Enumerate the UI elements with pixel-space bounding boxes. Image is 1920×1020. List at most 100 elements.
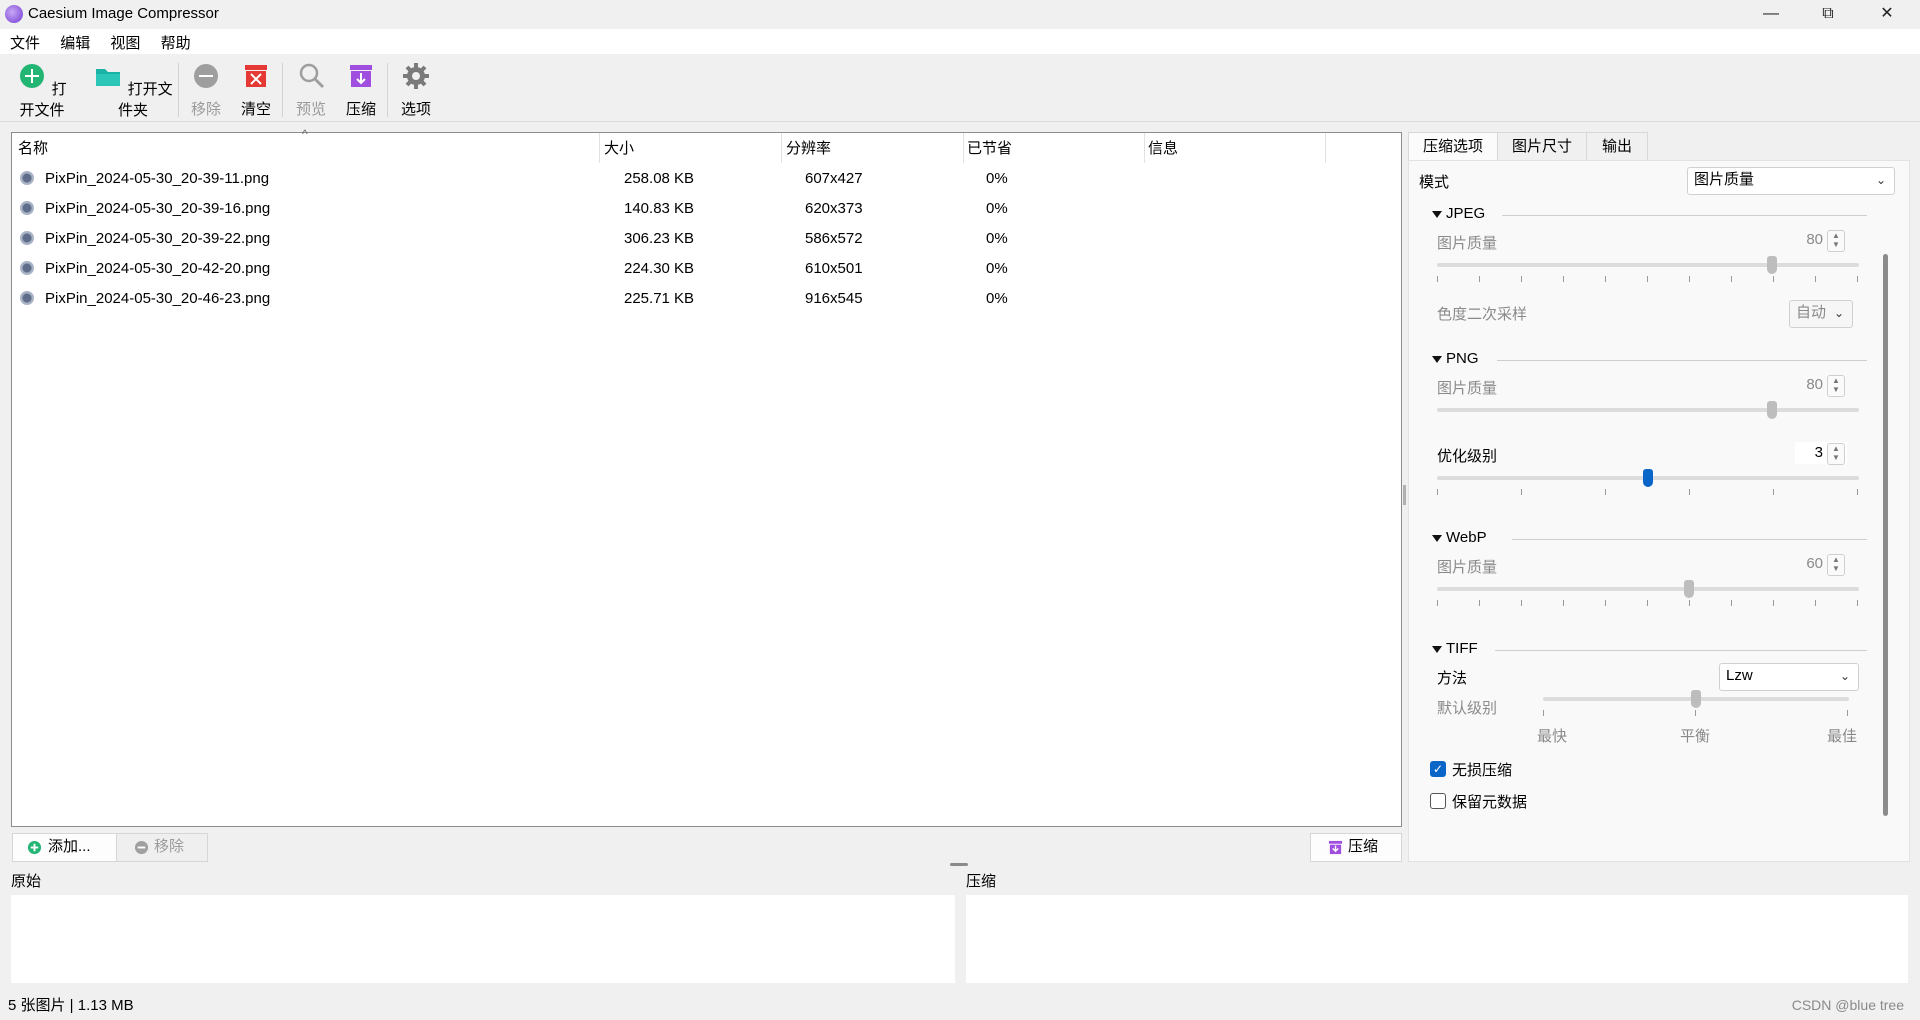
minimize-button[interactable]: —	[1748, 0, 1794, 29]
column-header-name[interactable]: 名称	[18, 137, 48, 158]
slider-track	[1437, 263, 1859, 267]
original-preview	[11, 895, 955, 983]
file-resolution: 916x545	[805, 290, 863, 307]
file-saved: 0%	[986, 230, 1008, 247]
tiff-level-slider[interactable]	[1543, 690, 1849, 720]
maximize-button[interactable]: ⧉	[1805, 0, 1851, 29]
remove-button[interactable]: 移除	[186, 61, 226, 119]
jpeg-quality-spinbox[interactable]: 80 ▲ ▼	[1795, 229, 1847, 252]
spin-arrows-icon[interactable]: ▲ ▼	[1827, 230, 1845, 252]
spin-arrows-icon[interactable]: ▲ ▼	[1827, 375, 1845, 397]
jpeg-quality-slider[interactable]	[1437, 256, 1859, 286]
column-header-size[interactable]: 大小	[604, 137, 634, 158]
table-row[interactable]: PixPin_2024-05-30_20-42-20.png 224.30 KB…	[12, 253, 1401, 283]
slider-tick	[1857, 600, 1858, 606]
app-icon	[5, 5, 23, 23]
compress-button[interactable]: 压缩	[1310, 833, 1402, 862]
collapse-triangle-icon	[1432, 355, 1442, 363]
remove-bottom-button[interactable]: 移除	[116, 833, 208, 862]
compress-toolbar-button[interactable]: 压缩	[341, 61, 381, 119]
toolbar-separator	[387, 63, 388, 117]
column-header-info[interactable]: 信息	[1148, 137, 1178, 158]
slider-tick	[1647, 600, 1648, 606]
search-icon	[299, 63, 325, 89]
splitter-handle[interactable]	[950, 863, 968, 866]
menu-file[interactable]: 文件	[10, 29, 40, 53]
file-name: PixPin_2024-05-30_20-39-22.png	[45, 230, 271, 247]
slider-tick	[1437, 489, 1438, 495]
slider-tick	[1815, 276, 1816, 282]
menu-edit[interactable]: 编辑	[60, 29, 90, 53]
slider-thumb[interactable]	[1684, 580, 1695, 598]
slider-thumb[interactable]	[1766, 256, 1777, 274]
file-status-icon	[20, 171, 34, 185]
tiff-method-select[interactable]: Lzw ⌄	[1719, 663, 1859, 691]
collapse-triangle-icon	[1432, 210, 1442, 218]
webp-quality-spinbox[interactable]: 60 ▲ ▼	[1795, 553, 1847, 576]
tiff-level-max: 最佳	[1827, 728, 1858, 745]
file-saved: 0%	[986, 170, 1008, 187]
file-size: 225.71 KB	[624, 290, 695, 307]
watermark: CSDN @blue tree	[1791, 997, 1904, 1013]
optimization-level-slider[interactable]	[1437, 469, 1859, 499]
optimization-level-spinbox[interactable]: 3 ▲ ▼	[1795, 442, 1847, 465]
file-name: PixPin_2024-05-30_20-46-23.png	[45, 290, 271, 307]
tab-resize[interactable]: 图片尺寸	[1497, 132, 1587, 161]
column-header-saved[interactable]: 已节省	[967, 137, 1012, 158]
options-scrollbar[interactable]	[1883, 254, 1888, 816]
subsampling-label: 色度二次采样	[1437, 306, 1528, 323]
collapse-triangle-icon	[1432, 534, 1442, 542]
file-table[interactable]: ^ 名称 大小 分辨率 已节省 信息 PixPin_2024-05-30_20-…	[11, 127, 1402, 827]
section-divider	[1512, 539, 1867, 540]
slider-tick	[1605, 276, 1606, 282]
clear-button[interactable]: 清空	[236, 61, 276, 119]
png-quality-slider[interactable]	[1437, 401, 1859, 421]
keep-metadata-checkbox[interactable]	[1430, 793, 1446, 809]
chevron-down-icon: ⌄	[1839, 669, 1850, 683]
png-section-header[interactable]: PNG	[1432, 350, 1882, 367]
subsampling-select[interactable]: 自动 ⌄	[1789, 300, 1853, 328]
title-bar: Caesium Image Compressor — ⧉ ✕	[0, 0, 1920, 29]
tiff-section-header[interactable]: TIFF	[1432, 640, 1882, 657]
file-name: PixPin_2024-05-30_20-39-16.png	[45, 200, 271, 217]
file-saved: 0%	[986, 200, 1008, 217]
spin-arrows-icon[interactable]: ▲ ▼	[1827, 443, 1845, 465]
tab-output[interactable]: 输出	[1586, 132, 1648, 161]
tab-compression[interactable]: 压缩选项	[1408, 132, 1498, 161]
menu-view[interactable]: 视图	[110, 29, 140, 53]
table-row[interactable]: PixPin_2024-05-30_20-46-23.png 225.71 KB…	[12, 283, 1401, 313]
spin-arrows-icon[interactable]: ▲ ▼	[1827, 554, 1845, 576]
file-size: 258.08 KB	[624, 170, 695, 187]
table-row[interactable]: PixPin_2024-05-30_20-39-11.png 258.08 KB…	[12, 163, 1401, 193]
column-header-resolution[interactable]: 分辨率	[786, 137, 831, 158]
png-quality-spinbox[interactable]: 80 ▲ ▼	[1795, 374, 1847, 397]
status-summary: 5 张图片 | 1.13 MB	[8, 997, 134, 1014]
optimization-level-label: 优化级别	[1437, 448, 1498, 465]
compress-icon	[350, 65, 372, 87]
slider-thumb[interactable]	[1691, 690, 1701, 708]
toolbar: 打开文件 打开文件夹 移除 清空 预览 压缩 选项	[0, 55, 1920, 122]
minus-icon	[134, 840, 149, 855]
slider-thumb[interactable]	[1643, 469, 1653, 487]
slider-tick	[1521, 600, 1522, 606]
minus-icon	[194, 64, 218, 88]
options-button[interactable]: 选项	[396, 61, 436, 119]
jpeg-section-header[interactable]: JPEG	[1432, 205, 1882, 222]
slider-tick	[1857, 276, 1858, 282]
open-folder-button[interactable]: 打开文件夹	[89, 61, 177, 120]
panel-splitter[interactable]	[1403, 485, 1406, 505]
webp-quality-slider[interactable]	[1437, 580, 1859, 610]
webp-section-header[interactable]: WebP	[1432, 529, 1882, 546]
slider-tick	[1695, 710, 1696, 716]
chevron-down-icon: ⌄	[1875, 173, 1886, 187]
lossless-checkbox[interactable]: ✓	[1430, 761, 1446, 777]
slider-tick	[1563, 600, 1564, 606]
slider-thumb[interactable]	[1766, 401, 1777, 419]
open-file-button[interactable]: 打开文件	[10, 61, 74, 120]
table-row[interactable]: PixPin_2024-05-30_20-39-22.png 306.23 KB…	[12, 223, 1401, 253]
close-button[interactable]: ✕	[1864, 0, 1910, 29]
menu-help[interactable]: 帮助	[161, 29, 191, 53]
mode-select[interactable]: 图片质量 ⌄	[1687, 167, 1895, 195]
table-row[interactable]: PixPin_2024-05-30_20-39-16.png 140.83 KB…	[12, 193, 1401, 223]
preview-button[interactable]: 预览	[291, 61, 331, 119]
